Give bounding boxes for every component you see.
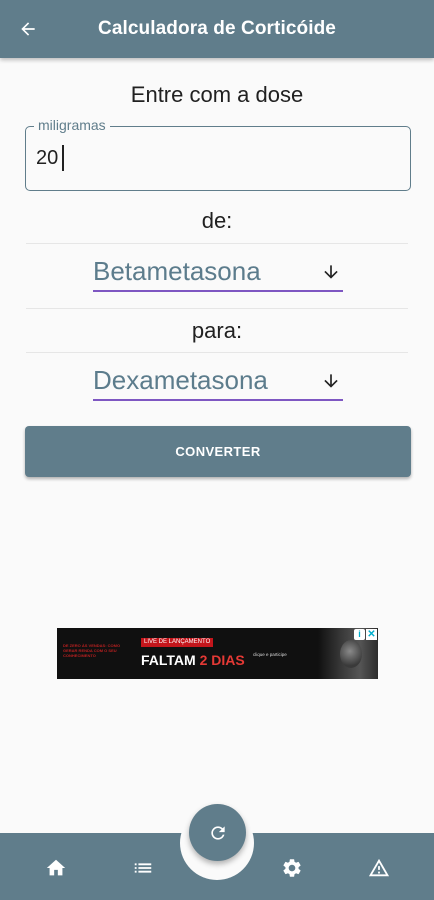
list-icon <box>134 863 152 873</box>
ad-headline-prefix: FALTAM <box>141 652 196 668</box>
refresh-icon <box>210 825 225 840</box>
ad-photo-face <box>340 640 362 668</box>
ad-info-icon[interactable]: i <box>354 629 365 640</box>
warning-icon <box>368 858 390 877</box>
dose-field-label: miligramas <box>34 117 110 133</box>
to-select[interactable]: Dexametasona <box>93 361 343 401</box>
dose-prompt: Entre com a dose <box>130 82 304 107</box>
dose-input[interactable] <box>36 141 396 175</box>
refresh-button[interactable] <box>189 804 246 861</box>
arrow-down-icon <box>324 265 338 279</box>
convert-button[interactable]: CONVERTER <box>25 426 411 477</box>
ad-left-text: DE ZERO ÀS VENDAS: COMO GERAR RENDA COM … <box>63 643 121 658</box>
settings-icon <box>283 859 301 877</box>
ad-close-icon[interactable]: ✕ <box>366 629 377 640</box>
text-caret <box>62 145 64 171</box>
ad-headline: FALTAM 2 DIAS <box>141 652 245 668</box>
home-icon <box>46 859 66 876</box>
nav-warning-button[interactable] <box>363 852 395 884</box>
from-label: de: <box>201 208 233 233</box>
arrow-down-icon <box>324 374 338 388</box>
nav-settings-button[interactable] <box>276 852 308 884</box>
ad-small-text: clique e participe <box>253 652 287 657</box>
app-bar: Calculadora de Corticóide <box>0 0 434 58</box>
divider <box>26 243 408 244</box>
divider <box>26 308 408 309</box>
dose-field: miligramas <box>25 117 411 191</box>
divider <box>26 352 408 353</box>
ad-badge: LIVE DE LANÇAMENTO <box>141 638 214 647</box>
from-select[interactable]: Betametasona <box>93 252 343 292</box>
ad-headline-highlight: 2 DIAS <box>199 652 245 668</box>
from-select-value: Betametasona <box>93 256 261 286</box>
to-select-value: Dexametasona <box>93 365 268 395</box>
ad-banner[interactable]: DE ZERO ÀS VENDAS: COMO GERAR RENDA COM … <box>57 628 378 679</box>
page-title: Calculadora de Corticóide <box>98 18 336 39</box>
to-label: para: <box>191 318 243 343</box>
nav-home-button[interactable] <box>40 852 72 884</box>
nav-list-button[interactable] <box>127 852 159 884</box>
